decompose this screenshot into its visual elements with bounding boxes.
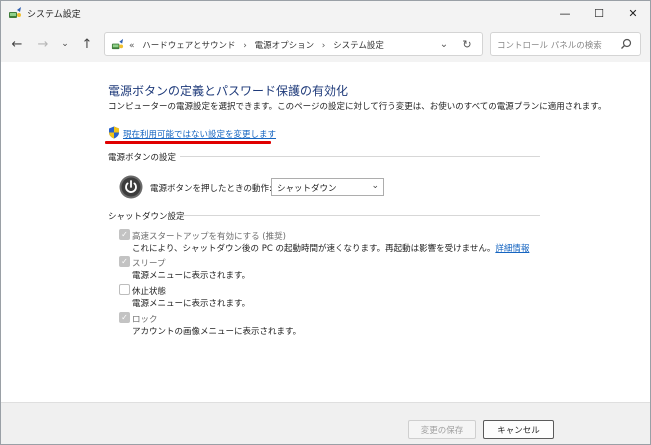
search-icon [621, 38, 632, 49]
lock-label: ロック [132, 315, 158, 325]
power-options-icon [111, 38, 124, 50]
section-divider [180, 156, 540, 157]
power-options-app-icon [9, 7, 21, 18]
uac-shield-icon [109, 126, 119, 139]
cancel-button[interactable]: キャンセル [483, 420, 554, 439]
power-button-action-select[interactable]: シャットダウン ⌄ [271, 178, 384, 196]
breadcrumb-separator[interactable]: › [322, 41, 326, 51]
sleep-description: 電源メニューに表示されます。 [132, 271, 251, 281]
power-button-icon [119, 175, 143, 199]
fast-startup-checkbox[interactable]: ✓ [119, 229, 130, 240]
recent-locations-button[interactable]: ⌄ [57, 36, 73, 52]
chevron-down-icon: ⌄ [439, 38, 449, 50]
system-settings-window: システム設定 — ☐ ✕ ← → ⌄ ↑ « ハードウェアとサウンド › 電源オ… [0, 0, 651, 445]
refresh-icon: ↻ [462, 37, 472, 51]
up-button[interactable]: ↑ [79, 36, 95, 52]
footer-bar: 変更の保存 キャンセル [1, 402, 650, 444]
highlight-annotation [105, 141, 271, 144]
address-bar[interactable]: « ハードウェアとサウンド › 電源オプション › システム設定 ⌄ ↻ [104, 32, 483, 56]
chevron-down-icon: ⌄ [371, 181, 379, 191]
main-content: 電源ボタンの定義とパスワード保護の有効化 コンピューターの電源設定を選択できます… [1, 62, 650, 402]
shutdown-section-heading: シャットダウン設定 [108, 212, 185, 222]
power-button-section-heading: 電源ボタンの設定 [108, 153, 177, 163]
breadcrumb-item-power-options[interactable]: 電源オプション [255, 41, 315, 51]
breadcrumb-item-hardware-sound[interactable]: ハードウェアとサウンド [142, 41, 235, 51]
lock-checkbox[interactable]: ✓ [119, 312, 130, 323]
arrow-left-icon: ← [11, 36, 23, 52]
change-unavailable-settings-link[interactable]: 現在利用可能ではない設定を変更します [123, 128, 276, 140]
power-button-action-label: 電源ボタンを押したときの動作: [150, 184, 272, 194]
sleep-label: スリープ [132, 259, 166, 269]
checkmark-icon: ✓ [121, 257, 128, 266]
hibernate-checkbox[interactable] [119, 284, 130, 295]
close-icon: ✕ [628, 7, 638, 20]
checkmark-icon: ✓ [121, 230, 128, 239]
fast-startup-description-text: これにより、シャットダウン後の PC の起動時間が速くなります。再起動は影響を受… [132, 244, 496, 254]
maximize-icon: ☐ [594, 7, 604, 20]
fast-startup-description: これにより、シャットダウン後の PC の起動時間が速くなります。再起動は影響を受… [132, 242, 529, 254]
maximize-button[interactable]: ☐ [582, 1, 616, 26]
page-title: 電源ボタンの定義とパスワード保護の有効化 [108, 84, 349, 98]
hibernate-label: 休止状態 [132, 287, 167, 297]
fast-startup-label: 高速スタートアップを有効にする (推奨) [132, 232, 286, 242]
back-button[interactable]: ← [9, 36, 25, 52]
arrow-up-icon: ↑ [81, 36, 93, 52]
minimize-icon: — [559, 7, 571, 20]
breadcrumb-separator[interactable]: › [243, 41, 247, 51]
arrow-right-icon: → [37, 36, 49, 52]
breadcrumb: « ハードウェアとサウンド › 電源オプション › システム設定 [129, 39, 389, 51]
window-title: システム設定 [27, 10, 81, 20]
minimize-button[interactable]: — [548, 1, 582, 26]
navigation-bar: ← → ⌄ ↑ « ハードウェアとサウンド › 電源オプション › システム設定… [1, 26, 650, 62]
search-input[interactable]: コントロール パネルの検索 [490, 32, 641, 56]
hibernate-description: 電源メニューに表示されます。 [132, 299, 251, 309]
breadcrumb-overflow[interactable]: « [129, 41, 135, 51]
select-value: シャットダウン [277, 184, 337, 194]
close-button[interactable]: ✕ [616, 1, 650, 26]
breadcrumb-item-system-settings[interactable]: システム設定 [333, 41, 384, 51]
sleep-checkbox[interactable]: ✓ [119, 256, 130, 267]
more-info-link[interactable]: 詳細情報 [495, 244, 529, 254]
chevron-down-icon: ⌄ [61, 39, 69, 49]
address-dropdown-button[interactable]: ⌄ [437, 37, 451, 51]
page-description: コンピューターの電源設定を選択できます。このページの設定に対して行う変更は、お使… [108, 102, 607, 112]
section-divider [180, 215, 540, 216]
lock-description: アカウントの画像メニューに表示されます。 [132, 327, 302, 337]
forward-button[interactable]: → [35, 36, 51, 52]
refresh-button[interactable]: ↻ [460, 37, 474, 51]
search-placeholder: コントロール パネルの検索 [497, 41, 602, 51]
save-changes-button[interactable]: 変更の保存 [408, 420, 476, 439]
title-bar: システム設定 — ☐ ✕ [1, 1, 650, 26]
checkmark-icon: ✓ [121, 313, 128, 322]
